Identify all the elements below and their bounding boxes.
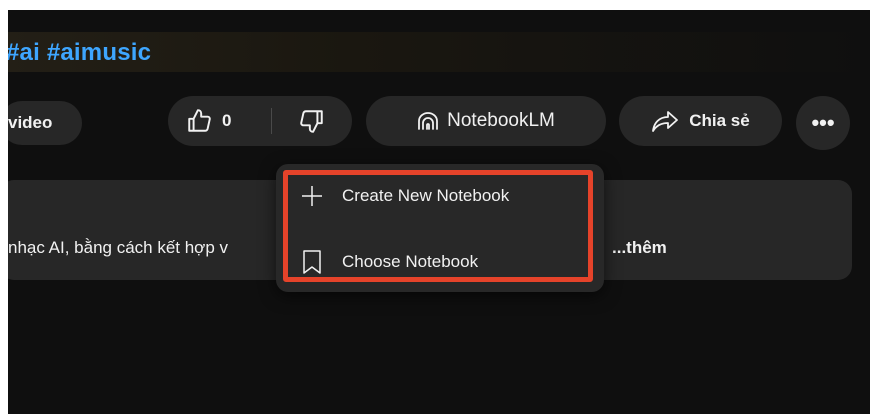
share-label: Chia sẻ	[689, 111, 750, 130]
dislike-button[interactable]	[272, 96, 352, 146]
thumbs-down-icon	[299, 108, 325, 134]
more-actions-button[interactable]: •••	[796, 96, 850, 150]
notebooklm-button[interactable]: NotebookLM	[366, 96, 606, 146]
highlight-box	[283, 170, 593, 282]
notebooklm-label: NotebookLM	[447, 110, 555, 131]
description-text: nhạc AI, bằng cách kết hợp v	[8, 238, 229, 257]
hashtags[interactable]: #ai #aimusic	[6, 32, 866, 72]
left-edge	[0, 0, 8, 414]
top-edge	[0, 0, 870, 10]
more-dots-icon: •••	[811, 110, 835, 135]
share-button[interactable]: Chia sẻ	[619, 96, 782, 146]
description-more-link[interactable]: ...thêm	[612, 238, 667, 258]
thumbs-up-icon	[186, 108, 212, 134]
like-count: 0	[222, 111, 232, 130]
video-pill-button[interactable]: video	[0, 101, 82, 145]
share-icon	[651, 109, 679, 133]
notebooklm-icon	[417, 111, 439, 131]
like-dislike-group: 0	[168, 96, 352, 146]
video-pill-label: video	[8, 113, 53, 132]
like-button[interactable]: 0	[168, 96, 272, 146]
